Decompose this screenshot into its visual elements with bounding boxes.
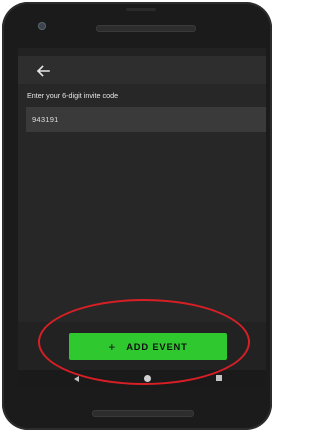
system-nav-bar <box>18 370 266 388</box>
nav-back-icon[interactable] <box>74 376 79 382</box>
invite-code-prompt: Enter your 6-digit invite code <box>27 91 119 100</box>
arrow-left-icon[interactable] <box>35 63 51 79</box>
bottom-speaker-grille <box>92 410 194 417</box>
app-bar <box>18 56 266 84</box>
nav-recents-icon[interactable] <box>216 375 222 381</box>
top-speaker-grille <box>126 8 156 11</box>
plus-icon: + <box>108 339 117 354</box>
status-bar <box>18 48 266 56</box>
invite-code-input[interactable] <box>26 107 266 132</box>
earpiece-speaker <box>96 25 196 32</box>
nav-home-icon[interactable] <box>144 375 151 382</box>
add-event-label: ADD EVENT <box>126 341 188 352</box>
front-camera <box>38 22 46 30</box>
phone-frame: Enter your 6-digit invite code + ADD EVE… <box>2 2 272 430</box>
add-event-button[interactable]: + ADD EVENT <box>69 333 227 360</box>
app-screen: Enter your 6-digit invite code + ADD EVE… <box>18 48 266 388</box>
